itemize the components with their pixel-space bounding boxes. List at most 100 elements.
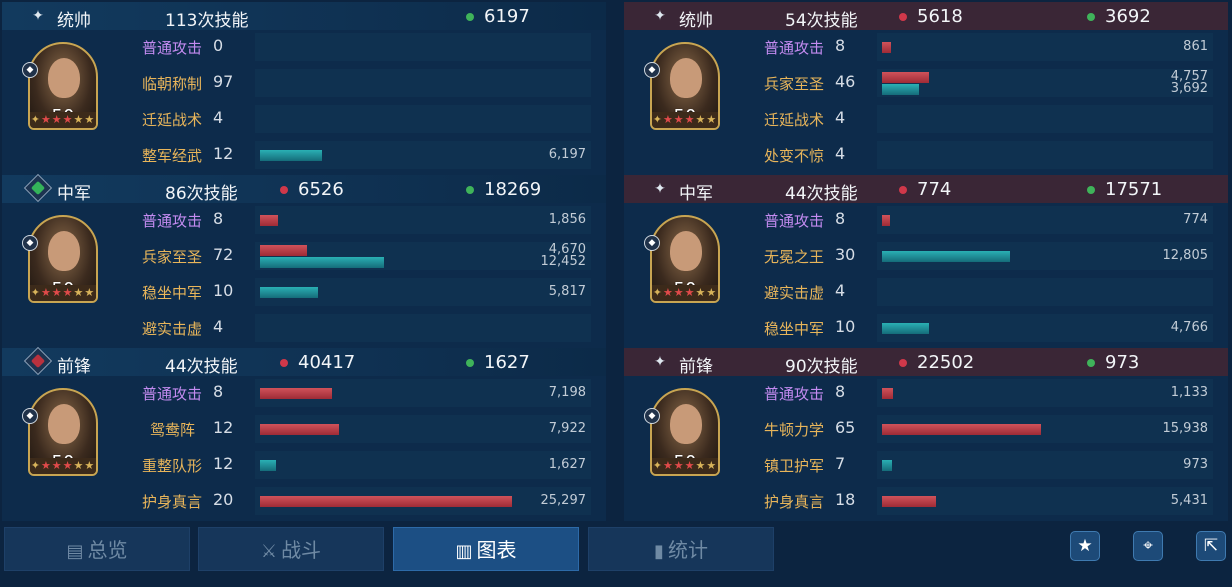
skill-row[interactable]: 临朝称制 97 <box>142 69 592 97</box>
role-label: 前锋 <box>57 357 91 377</box>
damage-value: 774 <box>1183 212 1208 227</box>
skill-level: 12 <box>213 144 234 163</box>
general-portrait[interactable]: 50✦★★★★★◆ <box>22 215 98 319</box>
heal-value: 5,817 <box>548 284 586 299</box>
heal-bar <box>260 257 384 268</box>
skill-row[interactable]: 护身真言 18 5,431 <box>764 487 1214 515</box>
general-portrait[interactable]: 50✦★★★★★◆ <box>22 388 98 492</box>
skill-row[interactable]: 避实击虚 4 <box>142 314 592 342</box>
skill-row[interactable]: 护身真言 20 25,297 <box>142 487 592 515</box>
skill-row[interactable]: 迁延战术 4 <box>764 105 1214 133</box>
star-rating: ✦★★★★★ <box>30 458 96 474</box>
heal-value: 12,452 <box>540 254 587 269</box>
skill-row[interactable]: 镇卫护军 7 973 <box>764 451 1214 479</box>
general-section: 中军 86次技能 6526 18269 50✦★★★★★◆ 普通攻击 8 1,856 兵家至圣 7… <box>2 173 606 348</box>
document-icon: ▤ <box>66 541 84 562</box>
damage-bar <box>882 496 936 507</box>
damage-bar <box>882 388 893 399</box>
role-label: 中军 <box>57 184 91 204</box>
skill-level: 8 <box>835 36 846 55</box>
chart-icon: ▥ <box>455 541 473 562</box>
heal-dot-icon <box>1087 186 1095 194</box>
portrait-face <box>670 231 702 271</box>
heal-bar <box>882 84 919 95</box>
tab-statistics[interactable]: ▮ 统计 <box>588 527 774 571</box>
skill-row[interactable]: 普通攻击 8 7,198 <box>142 379 592 407</box>
skill-row[interactable]: 普通攻击 8 1,856 <box>142 206 592 234</box>
skill-level: 30 <box>835 245 856 264</box>
star-icon: ✦ <box>654 354 666 370</box>
unit-type-icon: ◆ <box>644 408 660 424</box>
red-diamond-icon <box>23 346 53 376</box>
skill-name: 重整队形 <box>142 457 203 475</box>
general-portrait[interactable]: 50✦★★★★★◆ <box>644 42 720 146</box>
general-portrait[interactable]: 50✦★★★★★◆ <box>22 42 98 146</box>
tab-battle[interactable]: ⚔ 战斗 <box>198 527 384 571</box>
damage-total: 5618 <box>917 6 963 27</box>
skill-name: 普通攻击 <box>142 39 203 57</box>
damage-bar <box>260 215 278 226</box>
skill-level: 8 <box>213 209 224 228</box>
skill-name: 护身真言 <box>142 493 203 511</box>
bar-track <box>255 206 591 234</box>
damage-value: 7,198 <box>548 385 586 400</box>
skill-count: 90次技能 <box>785 357 858 377</box>
skill-row[interactable]: 鸳鸯阵 12 7,922 <box>142 415 592 443</box>
skill-name: 普通攻击 <box>142 212 203 230</box>
heal-bar <box>260 150 322 161</box>
bar-track <box>877 451 1213 479</box>
avatar: 50✦★★★★★ <box>28 215 98 303</box>
bar-track <box>877 105 1213 133</box>
skill-row[interactable]: 兵家至圣 46 4,757 3,692 <box>764 69 1214 97</box>
heal-bar <box>882 323 929 334</box>
skill-row[interactable]: 稳坐中军 10 5,817 <box>142 278 592 306</box>
general-section: ✦ 中军 44次技能 774 17571 50✦★★★★★◆ 普通攻击 8 774 无冕之王 30 1… <box>624 175 1228 348</box>
skill-row[interactable]: 处变不惊 4 <box>764 141 1214 169</box>
general-portrait[interactable]: 50✦★★★★★◆ <box>644 388 720 492</box>
skill-name: 普通攻击 <box>764 39 825 57</box>
heal-total: 6197 <box>484 6 530 27</box>
heal-total: 17571 <box>1105 179 1163 200</box>
skill-level: 20 <box>213 490 234 509</box>
skill-row[interactable]: 避实击虚 4 <box>764 278 1214 306</box>
share-button[interactable]: ⇱ <box>1196 531 1226 561</box>
unit-type-icon: ◆ <box>22 62 38 78</box>
favorite-button[interactable]: ★ <box>1070 531 1100 561</box>
bar-track <box>877 206 1213 234</box>
skill-name: 鸳鸯阵 <box>150 421 196 439</box>
skill-level: 7 <box>835 454 846 473</box>
skill-row[interactable]: 普通攻击 8 774 <box>764 206 1214 234</box>
damage-bar <box>882 424 1041 435</box>
bar-track <box>877 278 1213 306</box>
skill-row[interactable]: 普通攻击 8 861 <box>764 33 1214 61</box>
general-portrait[interactable]: 50✦★★★★★◆ <box>644 215 720 319</box>
damage-dot-icon <box>899 13 907 21</box>
skill-name: 迁延战术 <box>764 111 825 129</box>
skill-row[interactable]: 整军经武 12 6,197 <box>142 141 592 169</box>
tab-overview[interactable]: ▤ 总览 <box>4 527 190 571</box>
damage-bar <box>260 424 339 435</box>
damage-value: 15,938 <box>1162 421 1209 436</box>
skill-row[interactable]: 普通攻击 8 1,133 <box>764 379 1214 407</box>
role-label: 前锋 <box>679 357 713 377</box>
skill-row[interactable]: 无冕之王 30 12,805 <box>764 242 1214 270</box>
skill-row[interactable]: 迁延战术 4 <box>142 105 592 133</box>
green-diamond-icon <box>23 173 53 203</box>
skill-row[interactable]: 普通攻击 0 <box>142 33 592 61</box>
skill-row[interactable]: 重整队形 12 1,627 <box>142 451 592 479</box>
skill-level: 8 <box>213 382 224 401</box>
skill-row[interactable]: 稳坐中军 10 4,766 <box>764 314 1214 342</box>
damage-bar <box>882 42 891 53</box>
avatar: 50✦★★★★★ <box>650 388 720 476</box>
bar-track <box>877 379 1213 407</box>
tab-chart[interactable]: ▥ 图表 <box>393 527 579 571</box>
skill-level: 46 <box>835 72 856 91</box>
skill-row[interactable]: 牛顿力学 65 15,938 <box>764 415 1214 443</box>
skill-row[interactable]: 兵家至圣 72 4,670 12,452 <box>142 242 592 270</box>
bar-track <box>255 314 591 342</box>
star-rating: ✦★★★★★ <box>30 285 96 301</box>
location-button[interactable]: ⌖ <box>1133 531 1163 561</box>
bar-track <box>255 451 591 479</box>
skill-level: 4 <box>213 108 224 127</box>
general-section: 前锋 44次技能 40417 1627 50✦★★★★★◆ 普通攻击 8 7,198 鸳鸯阵 12… <box>2 346 606 521</box>
